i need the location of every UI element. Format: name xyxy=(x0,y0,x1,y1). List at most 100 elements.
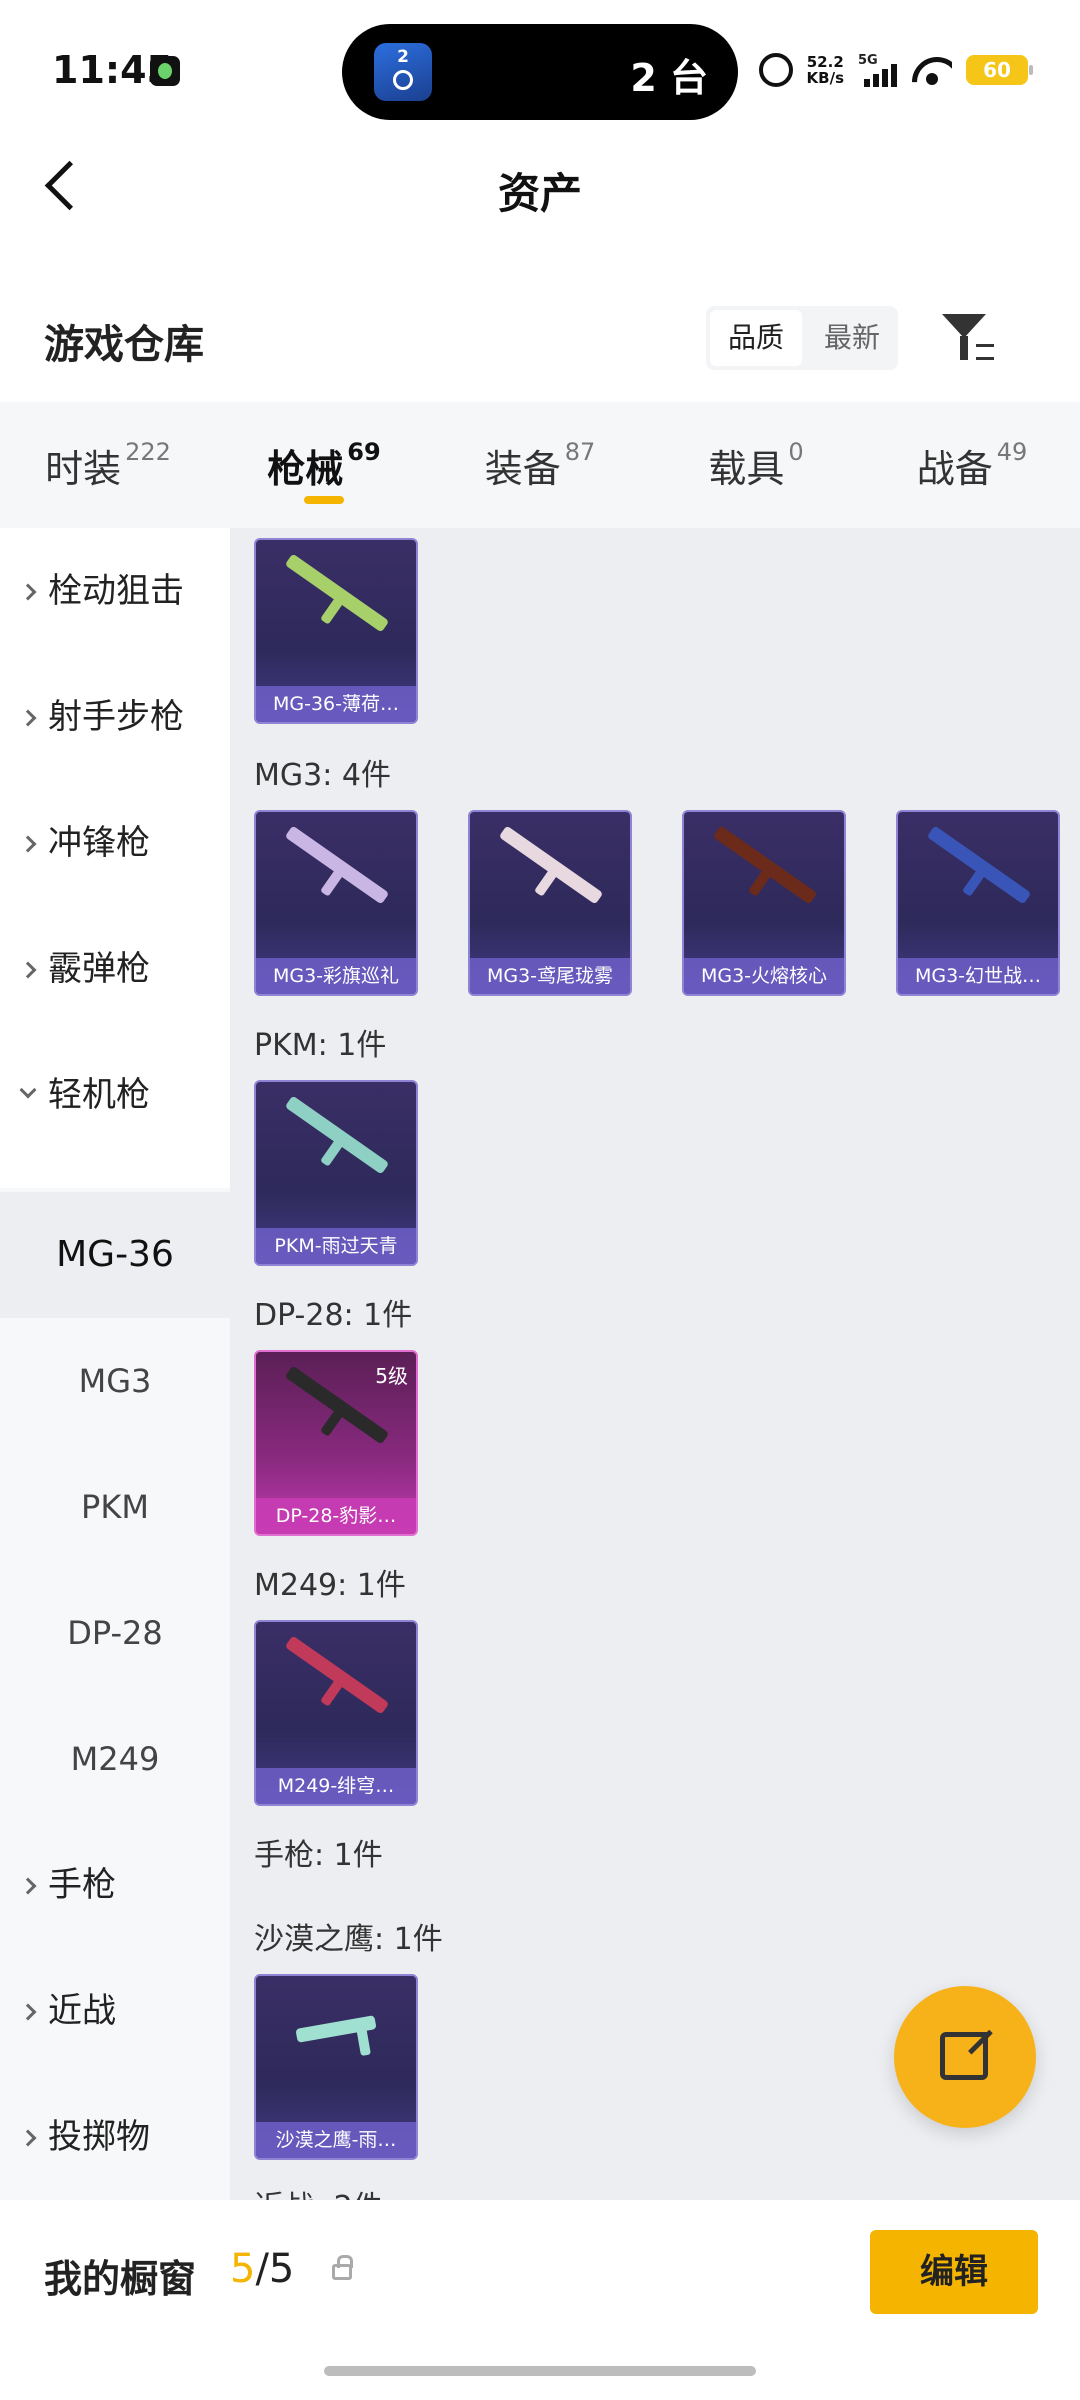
group-title: MG3: 4件 xyxy=(254,758,391,793)
network-type: 5G xyxy=(858,53,878,68)
lock-icon[interactable] xyxy=(332,2255,353,2280)
weapon-card[interactable]: 5级 DP-28-豹影… xyxy=(254,1350,418,1536)
weapon-card[interactable]: MG-36-薄荷… xyxy=(254,538,418,724)
cellular-signal-icon: 5G xyxy=(858,53,898,87)
gun-icon xyxy=(284,1365,390,1445)
weapon-name: MG-36-薄荷… xyxy=(256,686,416,722)
weapon-card[interactable]: MG3-幻世战… xyxy=(896,810,1060,996)
level-badge: 5级 xyxy=(375,1364,408,1388)
category-label: 投掷物 xyxy=(48,2117,150,2157)
tab-vehicles[interactable]: 载具 0 xyxy=(648,402,864,528)
category-bolt-sniper[interactable]: 栓动狙击 xyxy=(0,528,230,654)
battery-icon: 60 xyxy=(966,55,1033,85)
home-indicator[interactable] xyxy=(324,2366,756,2376)
group-title: M249: 1件 xyxy=(254,1568,406,1603)
edit-button[interactable]: 编辑 xyxy=(870,2230,1038,2314)
category-label: 射手步枪 xyxy=(48,697,184,737)
gun-icon xyxy=(284,553,390,633)
gun-icon xyxy=(284,825,390,905)
weapon-name: MG3-彩旗巡礼 xyxy=(256,958,416,994)
chevron-right-icon xyxy=(19,961,37,979)
chevron-right-icon xyxy=(19,2003,37,2021)
category-label: 手枪 xyxy=(48,1865,116,1905)
weapon-name: DP-28-豹影… xyxy=(256,1498,416,1534)
group-title: PKM: 1件 xyxy=(254,1028,387,1063)
subcategory-mg3[interactable]: MG3 xyxy=(0,1318,230,1444)
category-tabs: 时装 222 枪械 69 装备 87 载具 0 战备 49 xyxy=(0,402,1080,528)
sort-option-quality[interactable]: 品质 xyxy=(710,310,803,366)
external-link-icon xyxy=(940,2032,988,2080)
category-label: 轻机枪 xyxy=(48,1075,150,1115)
category-shotgun[interactable]: 霰弹枪 xyxy=(0,906,230,1032)
subcategory-pkm[interactable]: PKM xyxy=(0,1444,230,1570)
subcategory-dp28[interactable]: DP-28 xyxy=(0,1570,230,1696)
app-header: 资产 xyxy=(0,130,1080,240)
gun-icon xyxy=(284,1635,390,1715)
subcategory-mg36[interactable]: MG-36 xyxy=(0,1192,230,1318)
weapon-card[interactable]: MG3-火熔核心 xyxy=(682,810,846,996)
status-bar: 11:45 2 2 台 52.2 KB/s 5G 60 xyxy=(0,0,1080,130)
weapon-name: 沙漠之鹰-雨… xyxy=(256,2122,416,2158)
chevron-right-icon xyxy=(19,2129,37,2147)
sort-option-latest[interactable]: 最新 xyxy=(806,306,898,370)
notification-app-icon xyxy=(150,56,180,86)
tab-label: 装备 xyxy=(484,447,561,491)
category-smg[interactable]: 冲锋枪 xyxy=(0,780,230,906)
showcase-count: 5/5 xyxy=(230,2246,294,2292)
group-title: 沙漠之鹰: 1件 xyxy=(254,1922,443,1957)
tab-count: 49 xyxy=(996,438,1028,466)
wifi-icon xyxy=(912,55,952,85)
showcase-bar: 我的橱窗 5/5 编辑 xyxy=(0,2200,1080,2340)
showcase-count-total: /5 xyxy=(255,2246,295,2292)
status-icons: 52.2 KB/s 5G 60 xyxy=(758,48,1033,92)
inventory-grid: MG-36-薄荷… MG3: 4件 MG3-彩旗巡礼 MG3-鸢尾珑雾 MG3-… xyxy=(230,528,1080,2200)
tab-label: 枪械 xyxy=(267,447,344,491)
weapon-category-sidebar: 栓动狙击 射手步枪 冲锋枪 霰弹枪 轻机枪 MG-36 MG3 PKM DP-2… xyxy=(0,528,230,2200)
tab-count: 69 xyxy=(347,438,381,466)
tab-label: 载具 xyxy=(708,447,785,491)
weapon-card[interactable]: PKM-雨过天青 xyxy=(254,1080,418,1266)
weapon-name: PKM-雨过天青 xyxy=(256,1228,416,1264)
category-lmg[interactable]: 轻机枪 xyxy=(0,1032,230,1158)
filter-icon[interactable] xyxy=(940,312,996,364)
gun-icon xyxy=(498,825,604,905)
tab-firearms[interactable]: 枪械 69 xyxy=(216,402,432,528)
category-throwable[interactable]: 投掷物 xyxy=(0,2074,230,2200)
category-marksman-rifle[interactable]: 射手步枪 xyxy=(0,654,230,780)
weapon-card[interactable]: MG3-鸢尾珑雾 xyxy=(468,810,632,996)
weapon-card[interactable]: MG3-彩旗巡礼 xyxy=(254,810,418,996)
weapon-name: M249-绯穹… xyxy=(256,1768,416,1804)
tab-fashion[interactable]: 时装 222 xyxy=(0,402,216,528)
share-fab-button[interactable] xyxy=(894,1986,1036,2128)
alarm-icon xyxy=(758,53,793,87)
speed-unit: KB/s xyxy=(806,69,844,87)
weapon-card[interactable]: 沙漠之鹰-雨… xyxy=(254,1974,418,2160)
gun-icon xyxy=(926,825,1032,905)
tab-supplies[interactable]: 战备 49 xyxy=(864,402,1080,528)
tab-equipment[interactable]: 装备 87 xyxy=(432,402,648,528)
subcategory-m249[interactable]: M249 xyxy=(0,1696,230,1822)
weapon-name: MG3-火熔核心 xyxy=(684,958,844,994)
tab-label: 时装 xyxy=(45,447,122,491)
weapon-card[interactable]: M249-绯穹… xyxy=(254,1620,418,1806)
network-speed: 52.2 KB/s xyxy=(807,54,844,86)
category-label: 近战 xyxy=(48,1991,116,2031)
dynamic-island[interactable]: 2 2 台 xyxy=(342,24,738,120)
showcase-label: 我的橱窗 xyxy=(44,2257,197,2301)
weapon-name: MG3-鸢尾珑雾 xyxy=(470,958,630,994)
section-title: 游戏仓库 xyxy=(44,322,204,368)
island-badge: 2 xyxy=(397,47,409,67)
chevron-right-icon xyxy=(19,583,37,601)
gun-icon xyxy=(284,1095,390,1175)
chevron-right-icon xyxy=(19,709,37,727)
chevron-right-icon xyxy=(19,1877,37,1895)
island-text: 2 台 xyxy=(630,56,708,100)
sort-toggle: 品质 最新 xyxy=(706,306,899,370)
weapon-name: MG3-幻世战… xyxy=(898,958,1058,994)
showcase-count-current: 5 xyxy=(230,2246,256,2292)
group-title: 手枪: 1件 xyxy=(254,1838,383,1873)
category-pistol[interactable]: 手枪 xyxy=(0,1822,230,1948)
tab-label: 战备 xyxy=(916,447,993,491)
category-melee[interactable]: 近战 xyxy=(0,1948,230,2074)
category-label: 栓动狙击 xyxy=(48,571,184,611)
